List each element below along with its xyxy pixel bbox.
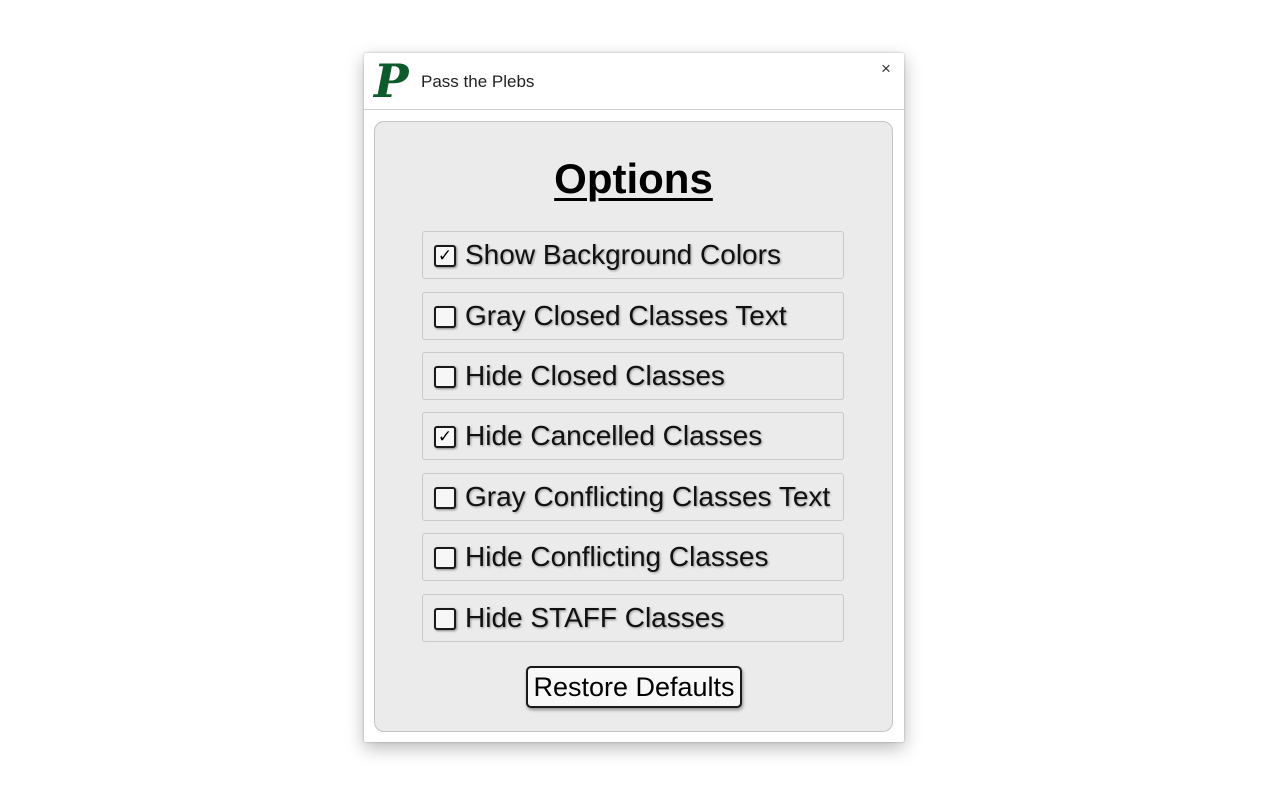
checkbox[interactable] <box>434 306 456 328</box>
option-label: Gray Conflicting Classes Text <box>465 481 831 512</box>
option-label: Hide STAFF Classes <box>465 602 725 633</box>
option-hide-conflicting-classes[interactable]: Hide Conflicting Classes <box>422 533 844 581</box>
app-title: Pass the Plebs <box>421 72 535 91</box>
options-heading: Options <box>554 155 713 202</box>
option-gray-conflicting-classes-text[interactable]: Gray Conflicting Classes Text <box>422 473 844 521</box>
options-panel: Options ✓ Show Background Colors Gray Cl… <box>374 121 893 732</box>
options-dialog: P Pass the Plebs × Options ✓ Show Backgr… <box>364 53 904 742</box>
checkbox[interactable]: ✓ <box>434 245 456 267</box>
option-label: Hide Cancelled Classes <box>465 420 763 451</box>
checkbox[interactable] <box>434 487 456 509</box>
checkbox[interactable] <box>434 366 456 388</box>
option-hide-staff-classes[interactable]: Hide STAFF Classes <box>422 594 844 642</box>
option-label: Gray Closed Classes Text <box>465 300 787 331</box>
restore-defaults-button[interactable]: Restore Defaults <box>526 666 742 708</box>
option-hide-cancelled-classes[interactable]: ✓ Hide Cancelled Classes <box>422 412 844 460</box>
checkbox[interactable] <box>434 547 456 569</box>
checkbox[interactable]: ✓ <box>434 426 456 448</box>
app-logo: P <box>374 54 409 108</box>
option-label: Hide Closed Classes <box>465 360 725 391</box>
option-label: Show Background Colors <box>465 239 781 270</box>
option-hide-closed-classes[interactable]: Hide Closed Classes <box>422 352 844 400</box>
option-show-background-colors[interactable]: ✓ Show Background Colors <box>422 231 844 279</box>
option-gray-closed-classes-text[interactable]: Gray Closed Classes Text <box>422 292 844 340</box>
checkbox[interactable] <box>434 608 456 630</box>
title-bar: P Pass the Plebs × <box>364 53 904 110</box>
option-label: Hide Conflicting Classes <box>465 541 769 572</box>
close-icon[interactable]: × <box>877 59 895 79</box>
